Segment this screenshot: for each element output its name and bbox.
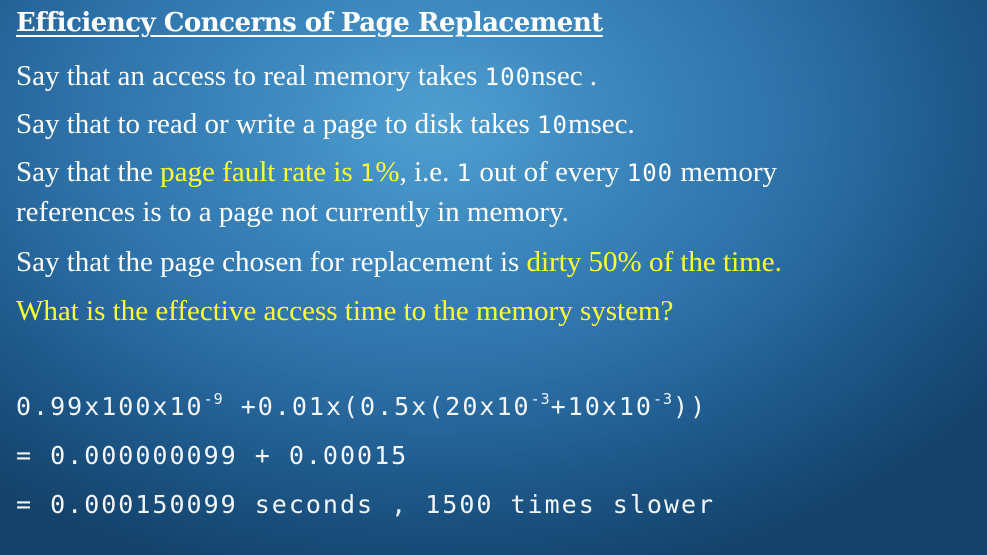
statement-disk-access: Say that to read or write a page to disk… (16, 108, 635, 141)
unit-msec: msec. (567, 108, 635, 140)
text: Say that the (16, 156, 161, 188)
expr-part: 0.99x100x10 (16, 392, 204, 421)
text: out of every (472, 156, 627, 188)
unit-nsec: nsec . (531, 60, 598, 92)
value-100: 100 (626, 159, 674, 187)
slide-title: Efficiency Concerns of Page Replacement (16, 8, 603, 38)
calculation-expression: 0.99x100x10-9 +0.01x(0.5x(20x10-3+10x10-… (16, 390, 708, 422)
statement-fault-rate-cont: references is to a page not currently in… (16, 196, 569, 228)
highlight-fault-rate: page fault rate is (160, 156, 360, 188)
text: , i.e. (399, 156, 457, 188)
expr-part: )) (673, 392, 708, 421)
statement-dirty-page: Say that the page chosen for replacement… (16, 246, 782, 279)
value-100: 100 (484, 63, 532, 91)
highlight-percent: % (375, 156, 400, 188)
question: What is the effective access time to the… (16, 295, 674, 327)
statement-memory-access: Say that an access to real memory takes … (16, 60, 597, 93)
value-10: 10 (537, 111, 568, 139)
exponent: -9 (203, 390, 224, 408)
highlight-dirty: dirty 50% of the time. (526, 246, 782, 278)
highlight-value-1: 1 (359, 159, 376, 187)
slide: Efficiency Concerns of Page Replacement … (0, 0, 987, 555)
text: Say that to read or write a page to disk… (16, 108, 538, 140)
calculation-result: = 0.000150099 seconds , 1500 times slowe… (16, 490, 716, 519)
text: Say that the page chosen for replacement… (16, 246, 527, 278)
value-1: 1 (456, 159, 473, 187)
exponent: -3 (652, 390, 674, 408)
expr-part: +0.01x(0.5x(20x10 (223, 392, 531, 421)
text: Say that an access to real memory takes (16, 60, 485, 92)
statement-fault-rate: Say that the page fault rate is 1%, i.e.… (16, 156, 777, 189)
calculation-step: = 0.000000099 + 0.00015 (16, 441, 409, 470)
expr-part: +10x10 (550, 392, 653, 421)
exponent: -3 (530, 390, 551, 408)
text: memory (673, 156, 778, 188)
